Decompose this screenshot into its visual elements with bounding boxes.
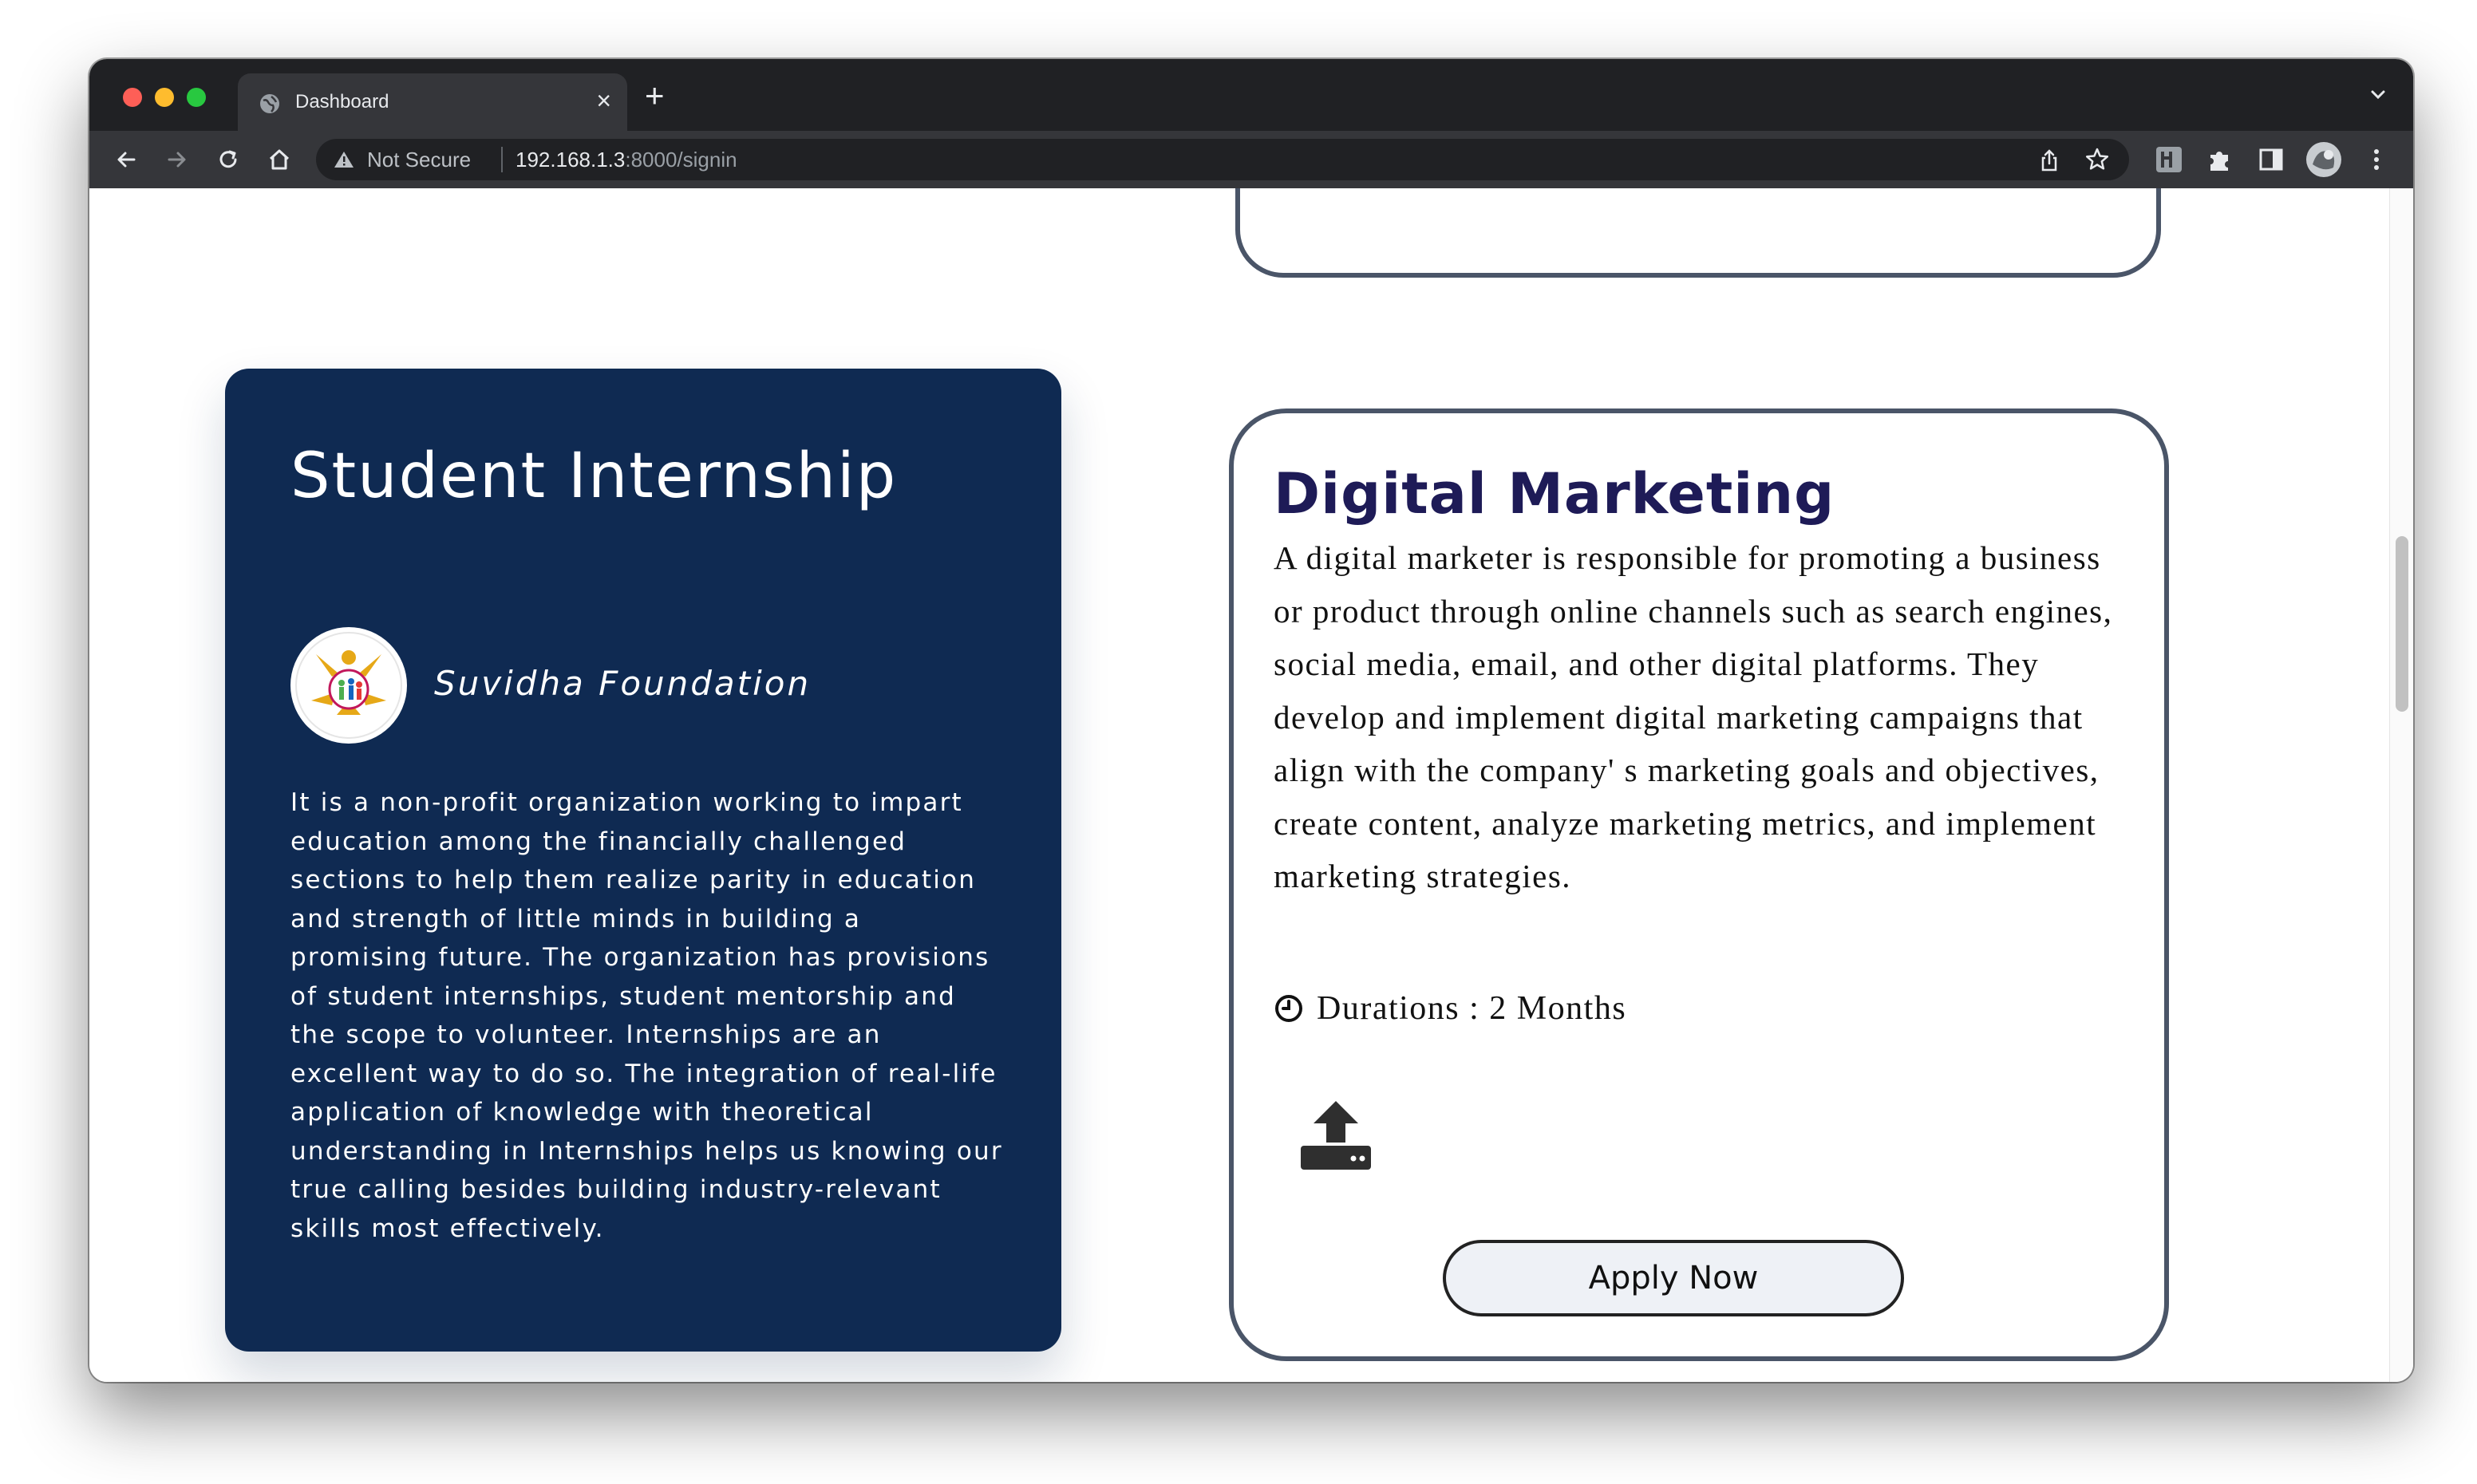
tab-title: Dashboard: [295, 91, 389, 112]
home-icon[interactable]: [265, 145, 294, 174]
previous-job-card: [1235, 188, 2161, 278]
reload-icon[interactable]: [214, 145, 243, 174]
organization-description: It is a non-profit organization working …: [290, 788, 1003, 1243]
clock-icon: [1275, 995, 1302, 1022]
page-title: Student Internship: [290, 440, 898, 512]
close-window-button[interactable]: [123, 88, 142, 107]
tab-dashboard[interactable]: Dashboard ×: [238, 73, 627, 131]
maximize-window-button[interactable]: [187, 88, 206, 107]
duration-text: Durations : 2 Months: [1317, 990, 1627, 1027]
address-bar[interactable]: Not Secure 192.168.1.3:8000/signin: [316, 139, 2129, 180]
chevron-down-icon[interactable]: [2367, 83, 2389, 105]
plus-icon[interactable]: +: [645, 79, 665, 112]
warning-icon[interactable]: [334, 150, 354, 169]
puzzle-icon[interactable]: [2204, 144, 2236, 176]
star-icon[interactable]: [2084, 147, 2110, 172]
job-card-digital-marketing: Digital Marketing A digital marketer is …: [1229, 408, 2169, 1361]
organization-logo: [290, 627, 407, 744]
close-icon[interactable]: ×: [596, 86, 611, 115]
share-icon[interactable]: [2038, 148, 2060, 172]
tab-strip: Dashboard × +: [89, 59, 2413, 131]
extension-icon[interactable]: [2153, 144, 2185, 176]
security-status[interactable]: Not Secure: [367, 148, 471, 172]
sidepanel-icon[interactable]: [2255, 144, 2287, 176]
globe-icon: [260, 94, 279, 113]
more-icon[interactable]: [2360, 144, 2392, 176]
minimize-window-button[interactable]: [155, 88, 174, 107]
address-divider: [501, 147, 503, 172]
apply-now-button[interactable]: Apply Now: [1443, 1240, 1904, 1316]
page-viewport[interactable]: Student Internship Suvidha Foundation It…: [89, 188, 2413, 1382]
forward-icon[interactable]: [163, 145, 192, 174]
job-duration: Durations : 2 Months: [1274, 989, 1626, 1028]
browser-toolbar: Not Secure 192.168.1.3:8000/signin: [89, 131, 2413, 188]
upload-icon[interactable]: [1298, 1098, 1374, 1171]
scrollbar-thumb[interactable]: [2396, 536, 2408, 712]
url-host: 192.168.1.3: [516, 148, 626, 172]
foundation-logo-icon: [295, 632, 402, 739]
organization-card: Student Internship Suvidha Foundation It…: [225, 369, 1061, 1352]
organization-name: Suvidha Foundation: [434, 664, 812, 703]
scrollbar[interactable]: [2389, 188, 2413, 1382]
back-icon[interactable]: [112, 145, 140, 174]
job-title: Digital Marketing: [1274, 461, 1835, 527]
profile-avatar[interactable]: [2305, 140, 2343, 179]
browser-window: Dashboard × + Not Secure 192.168.1.3:800…: [89, 59, 2413, 1382]
url-path: :8000/signin: [625, 148, 737, 172]
url-text[interactable]: 192.168.1.3:8000/signin: [516, 148, 737, 172]
job-description: A digital marketer is responsible for pr…: [1274, 539, 2113, 894]
